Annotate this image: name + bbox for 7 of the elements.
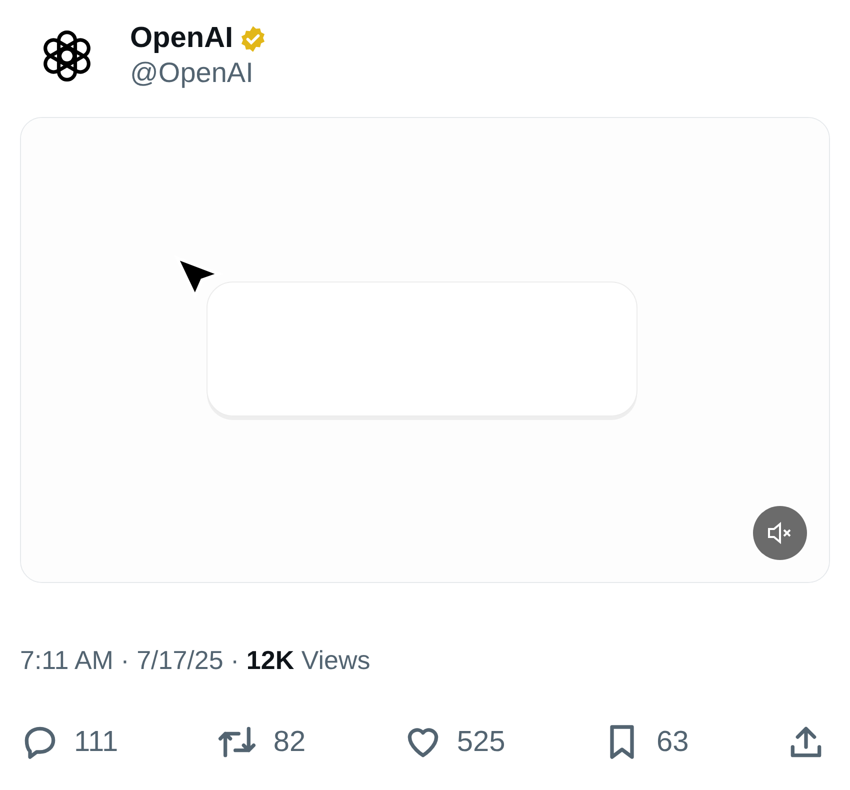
like-button[interactable]: 525: [402, 722, 506, 762]
repost-button[interactable]: 82: [215, 722, 306, 762]
post-meta: 7:11 AM · 7/17/25 · 12K Views: [20, 645, 372, 676]
author-name[interactable]: OpenAI: [130, 22, 234, 55]
author-handle[interactable]: @OpenAI: [130, 57, 268, 89]
reply-button[interactable]: 111: [20, 722, 118, 762]
bookmark-button[interactable]: 63: [602, 722, 689, 762]
